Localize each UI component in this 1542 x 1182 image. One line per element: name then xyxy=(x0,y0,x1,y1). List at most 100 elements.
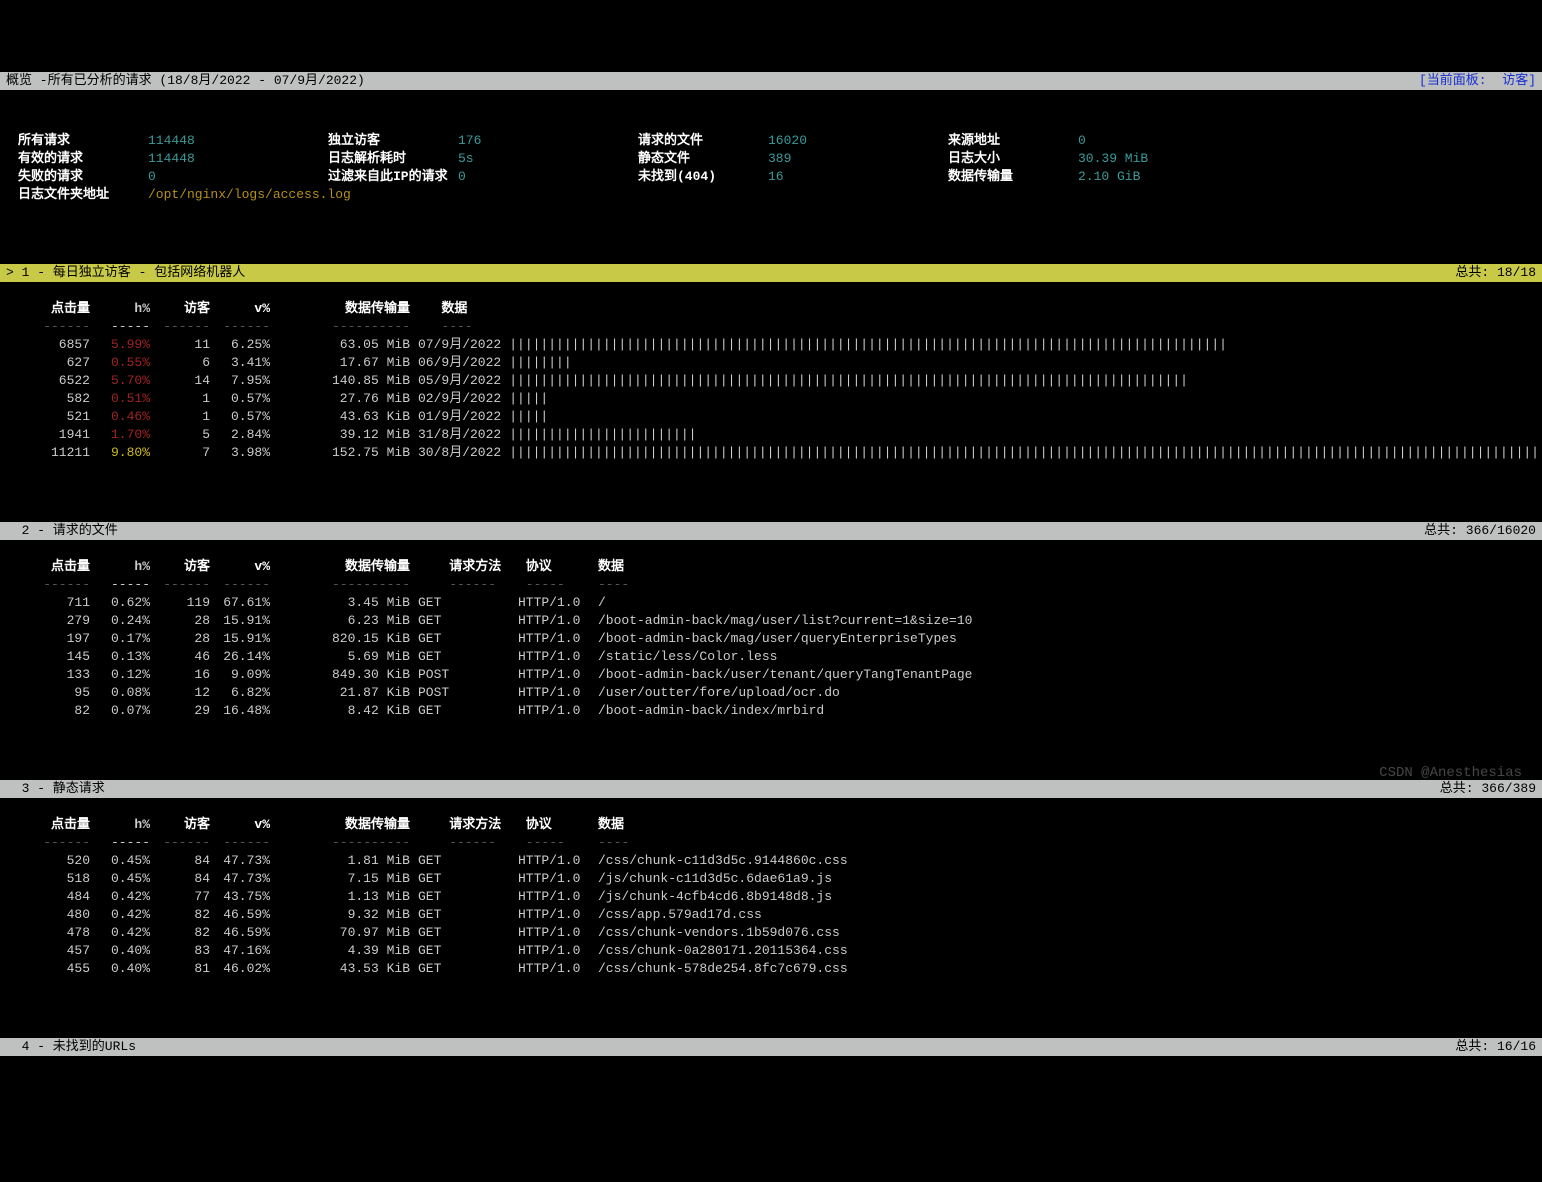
method-cell: POST xyxy=(410,684,510,702)
bandwidth-cell: 21.87 KiB xyxy=(270,684,410,702)
current-panel-label: [当前面板: 访客] xyxy=(1419,72,1536,90)
date-cell: 06/9月/2022 xyxy=(410,354,501,372)
hpct-cell: 5.70% xyxy=(90,372,150,390)
visitors-cell: 14 xyxy=(150,372,210,390)
table-row[interactable]: 6270.55%63.41%17.67 MiB06/9月/2022|||||||… xyxy=(6,354,1536,372)
overview-value: 16020 xyxy=(768,132,948,150)
overview-label: 独立访客 xyxy=(328,132,458,150)
overview-label: 日志解析耗时 xyxy=(328,150,458,168)
hits-cell: 480 xyxy=(6,906,90,924)
path-cell: /boot-admin-back/user/tenant/queryTangTe… xyxy=(590,666,972,684)
hpct-cell: 1.70% xyxy=(90,426,150,444)
method-cell: POST xyxy=(410,666,510,684)
overview-label: 数据传输量 xyxy=(948,168,1078,186)
bandwidth-cell: 70.97 MiB xyxy=(270,924,410,942)
hpct-cell: 0.17% xyxy=(90,630,150,648)
table-row[interactable]: 5820.51%10.57%27.76 MiB02/9月/2022||||| xyxy=(6,390,1536,408)
panel-4-header[interactable]: 4 - 未找到的URLs 总共: 16/16 xyxy=(0,1038,1542,1056)
overview-label: 失败的请求 xyxy=(18,168,148,186)
vpct-cell: 16.48% xyxy=(210,702,270,720)
date-cell: 02/9月/2022 xyxy=(410,390,501,408)
overview-label: 请求的文件 xyxy=(638,132,768,150)
path-cell: /user/outter/fore/upload/ocr.do xyxy=(590,684,840,702)
hits-cell: 82 xyxy=(6,702,90,720)
path-cell: /css/chunk-578de254.8fc7c679.css xyxy=(590,960,848,978)
visitors-cell: 84 xyxy=(150,870,210,888)
overview-label: 未找到(404) xyxy=(638,168,768,186)
method-cell: GET xyxy=(410,702,510,720)
vpct-cell: 67.61% xyxy=(210,594,270,612)
visitors-cell: 84 xyxy=(150,852,210,870)
table-row[interactable]: 68575.99%116.25%63.05 MiB07/9月/2022|||||… xyxy=(6,336,1536,354)
table-row[interactable]: 5210.46%10.57%43.63 KiB01/9月/2022||||| xyxy=(6,408,1536,426)
bandwidth-cell: 4.39 MiB xyxy=(270,942,410,960)
overview-label: 来源地址 xyxy=(948,132,1078,150)
method-cell: GET xyxy=(410,960,510,978)
overview-label: 过滤来自此IP的请求 xyxy=(328,168,458,186)
table-row[interactable]: 4780.42%8246.59%70.97 MiBGETHTTP/1.0/css… xyxy=(6,924,1536,942)
hpct-cell: 9.80% xyxy=(90,444,150,462)
protocol-cell: HTTP/1.0 xyxy=(510,648,590,666)
table-row[interactable]: 5180.45%8447.73%7.15 MiBGETHTTP/1.0/js/c… xyxy=(6,870,1536,888)
date-cell: 30/8月/2022 xyxy=(410,444,501,462)
hits-cell: 133 xyxy=(6,666,90,684)
header-title: 概览 -所有已分析的请求 (18/8月/2022 - 07/9月/2022) xyxy=(6,72,365,90)
table-row[interactable]: 1450.13%4626.14%5.69 MiBGETHTTP/1.0/stat… xyxy=(6,648,1536,666)
path-cell: /js/chunk-c11d3d5c.6dae61a9.js xyxy=(590,870,832,888)
bandwidth-cell: 43.63 KiB xyxy=(270,408,410,426)
bar-cell: ||||||||||||||||||||||||||||||||||||||||… xyxy=(501,373,1188,388)
visitors-cell: 6 xyxy=(150,354,210,372)
table-row[interactable]: 4800.42%8246.59%9.32 MiBGETHTTP/1.0/css/… xyxy=(6,906,1536,924)
table-row[interactable]: 65225.70%147.95%140.85 MiB05/9月/2022||||… xyxy=(6,372,1536,390)
date-cell: 01/9月/2022 xyxy=(410,408,501,426)
visitors-cell: 28 xyxy=(150,630,210,648)
hits-cell: 197 xyxy=(6,630,90,648)
panel-2-header[interactable]: 2 - 请求的文件 总共: 366/16020 xyxy=(0,522,1542,540)
bandwidth-cell: 849.30 KiB xyxy=(270,666,410,684)
overview-label: 日志文件夹地址 xyxy=(18,186,148,204)
table-row[interactable]: 820.07%2916.48%8.42 KiBGETHTTP/1.0/boot-… xyxy=(6,702,1536,720)
overview-block: 所有请求114448独立访客176请求的文件16020来源地址0有效的请求114… xyxy=(0,126,1542,210)
bandwidth-cell: 27.76 MiB xyxy=(270,390,410,408)
hpct-cell: 0.07% xyxy=(90,702,150,720)
hits-cell: 627 xyxy=(6,354,90,372)
panel-2-title: 2 - 请求的文件 xyxy=(6,522,118,540)
panel-2-body: 点击量h%访客v%数据传输量 请求方法 协议数据----------------… xyxy=(0,558,1542,726)
hpct-cell: 0.45% xyxy=(90,870,150,888)
panel-3-header[interactable]: 3 - 静态请求 总共: 366/389 xyxy=(0,780,1542,798)
table-row[interactable]: 7110.62%11967.61%3.45 MiBGETHTTP/1.0/ xyxy=(6,594,1536,612)
method-cell: GET xyxy=(410,630,510,648)
vpct-cell: 43.75% xyxy=(210,888,270,906)
table-row[interactable]: 5200.45%8447.73%1.81 MiBGETHTTP/1.0/css/… xyxy=(6,852,1536,870)
table-row[interactable]: 2790.24%2815.91%6.23 MiBGETHTTP/1.0/boot… xyxy=(6,612,1536,630)
bandwidth-cell: 152.75 MiB xyxy=(270,444,410,462)
bandwidth-cell: 43.53 KiB xyxy=(270,960,410,978)
panel-4-total: 总共: 16/16 xyxy=(1455,1038,1536,1056)
vpct-cell: 9.09% xyxy=(210,666,270,684)
table-row[interactable]: 112119.80%73.98%152.75 MiB30/8月/2022||||… xyxy=(6,444,1536,462)
protocol-cell: HTTP/1.0 xyxy=(510,630,590,648)
hits-cell: 457 xyxy=(6,942,90,960)
protocol-cell: HTTP/1.0 xyxy=(510,960,590,978)
bandwidth-cell: 3.45 MiB xyxy=(270,594,410,612)
hpct-cell: 0.62% xyxy=(90,594,150,612)
date-cell: 31/8月/2022 xyxy=(410,426,501,444)
table-row[interactable]: 4840.42%7743.75%1.13 MiBGETHTTP/1.0/js/c… xyxy=(6,888,1536,906)
table-row[interactable]: 4570.40%8347.16%4.39 MiBGETHTTP/1.0/css/… xyxy=(6,942,1536,960)
bar-cell: ||||| xyxy=(501,409,548,424)
overview-value: 2.10 GiB xyxy=(1078,168,1258,186)
hpct-cell: 0.40% xyxy=(90,942,150,960)
path-cell: /js/chunk-4cfb4cd6.8b9148d8.js xyxy=(590,888,832,906)
table-row[interactable]: 19411.70%52.84%39.12 MiB31/8月/2022||||||… xyxy=(6,426,1536,444)
table-row[interactable]: 4550.40%8146.02%43.53 KiBGETHTTP/1.0/css… xyxy=(6,960,1536,978)
hits-cell: 145 xyxy=(6,648,90,666)
hits-cell: 11211 xyxy=(6,444,90,462)
hpct-cell: 0.24% xyxy=(90,612,150,630)
table-row[interactable]: 950.08%126.82%21.87 KiBPOSTHTTP/1.0/user… xyxy=(6,684,1536,702)
hits-cell: 518 xyxy=(6,870,90,888)
panel-1-header[interactable]: > 1 - 每日独立访客 - 包括网络机器人 总共: 18/18 xyxy=(0,264,1542,282)
table-row[interactable]: 1330.12%169.09%849.30 KiBPOSTHTTP/1.0/bo… xyxy=(6,666,1536,684)
table-row[interactable]: 1970.17%2815.91%820.15 KiBGETHTTP/1.0/bo… xyxy=(6,630,1536,648)
hits-cell: 455 xyxy=(6,960,90,978)
hits-cell: 279 xyxy=(6,612,90,630)
